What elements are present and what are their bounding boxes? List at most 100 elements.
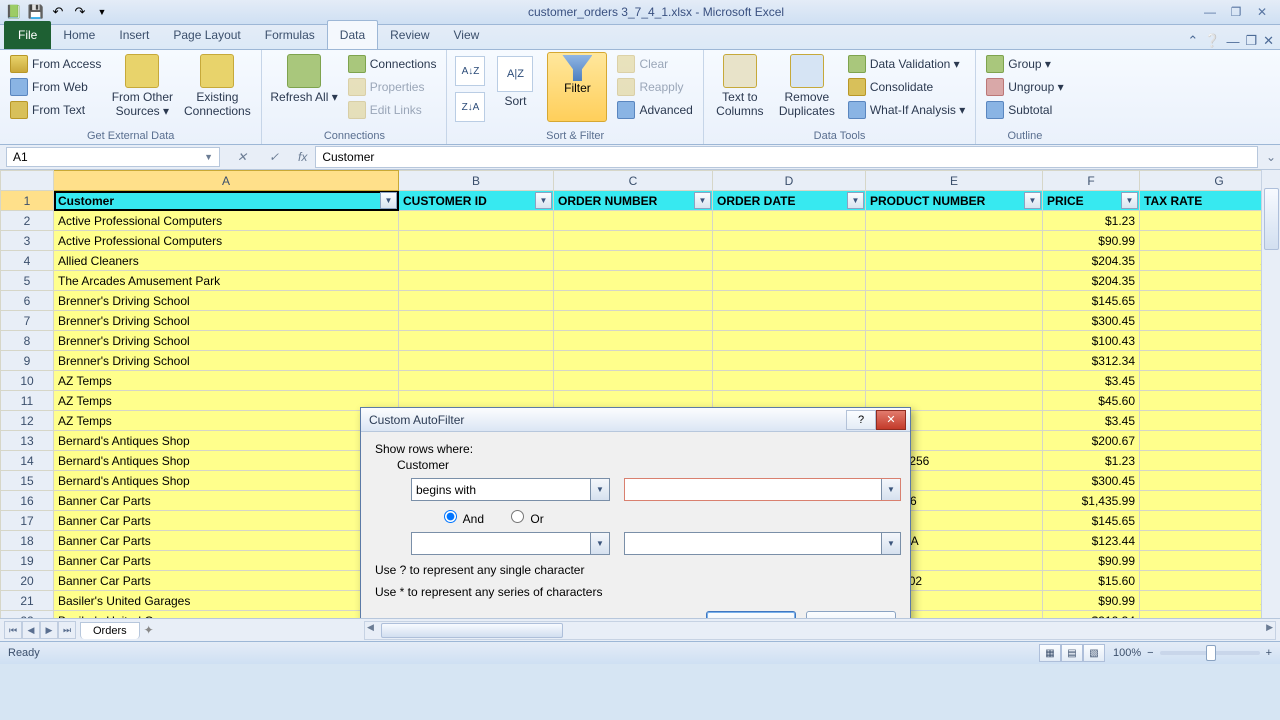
cell[interactable]: Brenner's Driving School	[54, 351, 399, 371]
cell[interactable]	[713, 351, 866, 371]
save-icon[interactable]: 💾	[26, 2, 46, 22]
cell[interactable]: $204.35	[1043, 251, 1140, 271]
cell[interactable]	[399, 351, 554, 371]
cell[interactable]: 19.0%	[1140, 271, 1280, 291]
from-text-button[interactable]: From Text	[8, 100, 103, 120]
cell[interactable]	[399, 251, 554, 271]
filter-dropdown-icon[interactable]: ▼	[380, 192, 397, 209]
row-header[interactable]: 8	[1, 331, 54, 351]
cancel-button[interactable]: Cancel	[806, 611, 896, 618]
cell[interactable]: Allied Cleaners	[54, 251, 399, 271]
filter-header-cell[interactable]: PRICE▼	[1043, 191, 1140, 211]
cell[interactable]: 19.0%	[1140, 331, 1280, 351]
row-header[interactable]: 4	[1, 251, 54, 271]
cell[interactable]: Brenner's Driving School	[54, 331, 399, 351]
new-sheet-button[interactable]: ✦	[144, 623, 154, 637]
dialog-close-button[interactable]: ✕	[876, 410, 906, 430]
cell[interactable]: $90.99	[1043, 231, 1140, 251]
cell[interactable]	[399, 371, 554, 391]
cell[interactable]: 19.0%	[1140, 251, 1280, 271]
row-header[interactable]: 18	[1, 531, 54, 551]
from-web-button[interactable]: From Web	[8, 77, 103, 97]
cell[interactable]	[866, 351, 1043, 371]
cell[interactable]: The Arcades Amusement Park	[54, 271, 399, 291]
row-header[interactable]: 7	[1, 311, 54, 331]
group-button[interactable]: Group ▾	[984, 54, 1065, 74]
cell[interactable]	[399, 291, 554, 311]
cell[interactable]: $15.60	[1043, 571, 1140, 591]
cell[interactable]: 19.0%	[1140, 491, 1280, 511]
cell[interactable]	[554, 311, 713, 331]
filter-header-cell[interactable]: PRODUCT NUMBER▼	[866, 191, 1043, 211]
cell[interactable]	[866, 311, 1043, 331]
row-header[interactable]: 5	[1, 271, 54, 291]
connections-button[interactable]: Connections	[346, 54, 439, 74]
cell[interactable]: Brenner's Driving School	[54, 291, 399, 311]
column-header[interactable]: E	[866, 171, 1043, 191]
redo-icon[interactable]: ↷	[70, 2, 90, 22]
filter-dropdown-icon[interactable]: ▼	[847, 192, 864, 209]
row-header[interactable]: 2	[1, 211, 54, 231]
cell[interactable]	[554, 271, 713, 291]
criteria2-value-combo[interactable]: ▼	[624, 532, 901, 555]
cell[interactable]: $90.99	[1043, 551, 1140, 571]
cell[interactable]: $123.44	[1043, 531, 1140, 551]
cell[interactable]: $45.60	[1043, 391, 1140, 411]
zoom-control[interactable]: 100% − +	[1113, 647, 1272, 659]
cell[interactable]: AZ Temps	[54, 371, 399, 391]
row-header[interactable]: 6	[1, 291, 54, 311]
cell[interactable]: 19.0%	[1140, 591, 1280, 611]
cell[interactable]: Banner Car Parts	[54, 551, 399, 571]
row-header[interactable]: 3	[1, 231, 54, 251]
data-validation-button[interactable]: Data Validation ▾	[846, 54, 967, 74]
cell[interactable]: 19.0%	[1140, 571, 1280, 591]
cell[interactable]: 19.0%	[1140, 551, 1280, 571]
name-box[interactable]: A1▼	[6, 147, 220, 167]
filter-dropdown-icon[interactable]: ▼	[1024, 192, 1041, 209]
restore-button[interactable]: ❐	[1226, 3, 1246, 21]
cell[interactable]	[866, 251, 1043, 271]
vertical-scrollbar[interactable]	[1261, 170, 1280, 618]
cell[interactable]: Banner Car Parts	[54, 531, 399, 551]
row-header[interactable]: 15	[1, 471, 54, 491]
hscroll-thumb[interactable]	[381, 623, 563, 638]
chevron-down-icon[interactable]: ▼	[881, 479, 900, 500]
cell[interactable]: $90.99	[1043, 591, 1140, 611]
cell[interactable]: 19.0%	[1140, 411, 1280, 431]
undo-icon[interactable]: ↶	[48, 2, 68, 22]
row-header[interactable]: 10	[1, 371, 54, 391]
cell[interactable]	[399, 231, 554, 251]
cell[interactable]: Bernard's Antiques Shop	[54, 431, 399, 451]
cell[interactable]	[866, 271, 1043, 291]
doc-close-icon[interactable]: ✕	[1263, 33, 1274, 49]
cell[interactable]: Banner Car Parts	[54, 571, 399, 591]
fx-icon[interactable]: fx	[298, 150, 307, 164]
cell[interactable]: $312.34	[1043, 351, 1140, 371]
prev-sheet-button[interactable]: ◀	[22, 621, 40, 639]
subtotal-button[interactable]: Subtotal	[984, 100, 1065, 120]
column-header[interactable]: D	[713, 171, 866, 191]
filter-header-cell[interactable]: TAX RATE▼	[1140, 191, 1280, 211]
cell[interactable]	[713, 211, 866, 231]
cell[interactable]	[713, 251, 866, 271]
page-layout-view-button[interactable]: ▤	[1061, 644, 1083, 662]
zoom-slider[interactable]	[1160, 651, 1260, 655]
cell[interactable]: $3.45	[1043, 411, 1140, 431]
tab-page-layout[interactable]: Page Layout	[161, 21, 252, 49]
cell[interactable]: $145.65	[1043, 291, 1140, 311]
minimize-button[interactable]: —	[1200, 3, 1220, 21]
from-access-button[interactable]: From Access	[8, 54, 103, 74]
normal-view-button[interactable]: ▦	[1039, 644, 1061, 662]
criteria1-operator-combo[interactable]: ▼	[411, 478, 610, 501]
cell[interactable]: 19.0%	[1140, 351, 1280, 371]
cell[interactable]: AZ Temps	[54, 391, 399, 411]
cell[interactable]	[399, 311, 554, 331]
row-header[interactable]: 13	[1, 431, 54, 451]
cell[interactable]: $100.43	[1043, 331, 1140, 351]
cell[interactable]: 0.0%	[1140, 211, 1280, 231]
and-radio[interactable]: And	[439, 507, 484, 526]
tab-review[interactable]: Review	[378, 21, 441, 49]
cell[interactable]: 0.0%	[1140, 511, 1280, 531]
cell[interactable]: $300.45	[1043, 471, 1140, 491]
cell[interactable]: 19.0%	[1140, 391, 1280, 411]
